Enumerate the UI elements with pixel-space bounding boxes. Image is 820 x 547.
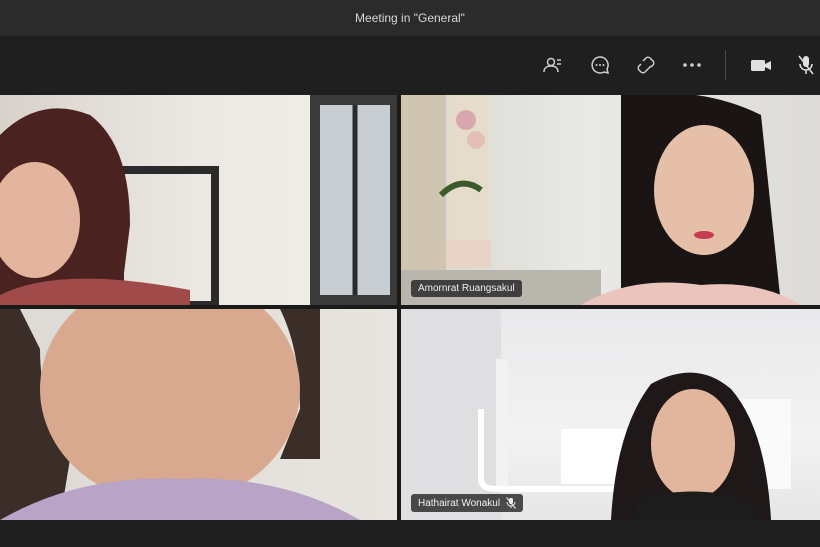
- more-icon: [683, 63, 701, 67]
- camera-icon: [751, 60, 771, 71]
- camera-toggle-button[interactable]: [746, 50, 776, 80]
- reactions-button[interactable]: [631, 50, 661, 80]
- microphone-toggle-button[interactable]: [791, 50, 820, 80]
- video-grid: Amornrat Ruangsakul Hathairat Wonakul: [0, 95, 820, 520]
- reactions-icon: [637, 56, 655, 74]
- participant-name: Hathairat Wonakul: [418, 497, 501, 509]
- bottom-bar: [0, 520, 820, 547]
- chat-icon: [591, 56, 610, 75]
- participant-name-tag: Hathairat Wonakul: [411, 494, 524, 512]
- participant-video: [401, 309, 791, 520]
- video-tile-top-left[interactable]: [0, 95, 397, 305]
- participant-video: [401, 95, 801, 305]
- toolbar-divider: [725, 50, 726, 80]
- video-tile-top-right[interactable]: Amornrat Ruangsakul: [401, 95, 820, 305]
- meeting-title: Meeting in "General": [355, 11, 465, 25]
- people-icon: [543, 57, 561, 73]
- meeting-toolbar: [0, 36, 820, 94]
- participant-video: [0, 309, 360, 520]
- participant-video: [0, 95, 397, 305]
- more-options-button[interactable]: [677, 50, 707, 80]
- microphone-icon: [798, 55, 814, 75]
- video-tile-bottom-right[interactable]: Hathairat Wonakul: [401, 309, 820, 520]
- chat-button[interactable]: [585, 50, 615, 80]
- muted-microphone-icon: [506, 497, 516, 509]
- participant-name: Amornrat Ruangsakul: [418, 283, 515, 294]
- video-tile-bottom-left[interactable]: [0, 309, 397, 520]
- participants-button[interactable]: [538, 50, 568, 80]
- participant-name-tag: Amornrat Ruangsakul: [411, 280, 522, 297]
- title-bar: Meeting in "General": [0, 0, 820, 36]
